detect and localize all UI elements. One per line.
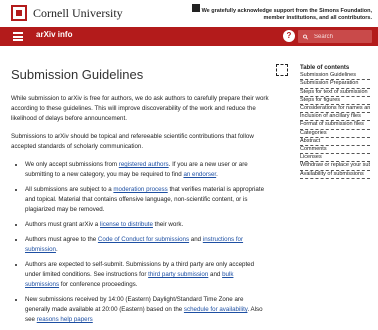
table-of-contents: Table of contents Submission Guidelines … — [300, 65, 370, 179]
item-text: . — [55, 246, 58, 253]
acknowledgement: We gratefully acknowledge support from t… — [182, 4, 372, 22]
item-text: Authors must grant arXiv a — [25, 221, 100, 228]
help-icon[interactable]: ? — [283, 30, 295, 42]
brand-name: Cornell University — [33, 5, 123, 20]
item-text: All submissions are subject to a — [25, 186, 114, 193]
main-content: While submission to arXiv is free for au… — [11, 94, 269, 330]
toc-item[interactable]: Steps for figures — [300, 97, 370, 106]
toc-item[interactable]: Considerations for names and titles — [300, 105, 370, 114]
search-icon — [303, 34, 308, 40]
toc-item[interactable]: Submission Preparation — [300, 80, 370, 89]
list-item: Authors are expected to self-submit. Sub… — [25, 260, 269, 290]
toc-item[interactable]: Submission Guidelines — [300, 72, 370, 81]
toc-item[interactable]: Inclusion of ancillary files — [300, 113, 370, 122]
item-text: Authors must agree to the — [25, 236, 98, 243]
toc-item[interactable]: Availability of submissions — [300, 171, 370, 179]
intro-paragraph: While submission to arXiv is free for au… — [11, 95, 269, 122]
code-of-conduct-link[interactable]: Code of Conduct for submissions — [98, 236, 189, 243]
guidelines-list: We only accept submissions from register… — [11, 160, 269, 325]
brand[interactable]: Cornell University — [11, 5, 123, 21]
item-text: We only accept submissions from — [25, 161, 119, 168]
item-text: and — [189, 236, 203, 243]
hamburger-icon[interactable] — [13, 32, 23, 41]
list-item: New submissions received by 14:00 (Easte… — [25, 295, 269, 325]
endorser-link[interactable]: an endorser — [183, 171, 216, 178]
toc-toggle-icon[interactable] — [276, 64, 288, 76]
search-box[interactable] — [298, 30, 372, 43]
toc-item[interactable]: Format of submission files — [300, 121, 370, 130]
toc-item[interactable]: Categories — [300, 130, 370, 138]
item-text: and — [208, 271, 223, 278]
third-party-link[interactable]: third party submission — [148, 271, 208, 278]
toc-item[interactable]: Withdraw or replace your submission — [300, 162, 370, 171]
item-text: . — [216, 171, 218, 178]
toc-heading: Table of contents — [300, 65, 350, 71]
moderation-link[interactable]: moderation process — [113, 186, 167, 193]
list-item: Authors must grant arXiv a license to di… — [25, 220, 269, 230]
license-link[interactable]: license to distribute — [100, 221, 153, 228]
topical-paragraph: Submissions to arXiv should be topical a… — [11, 133, 254, 150]
nav-bar: arXiv info ? — [0, 27, 378, 46]
acknowledgement-text: We gratefully acknowledge support from t… — [201, 8, 372, 21]
section-title[interactable]: arXiv info — [36, 30, 72, 39]
list-item: We only accept submissions from register… — [25, 160, 269, 180]
item-text: their work. — [152, 221, 184, 228]
toc-item[interactable]: Steps for text of submission — [300, 89, 370, 97]
list-item: Authors must agree to the Code of Conduc… — [25, 235, 269, 255]
top-header: Cornell University We gratefully acknowl… — [0, 0, 378, 27]
item-text: for conference proceedings. — [59, 281, 138, 288]
page-title: Submission Guidelines — [11, 67, 144, 82]
toc-item[interactable]: Abstract — [300, 138, 370, 147]
schedule-link[interactable]: schedule for availability — [184, 306, 248, 313]
toc-item[interactable]: Licenses — [300, 154, 370, 163]
list-item: All submissions are subject to a moderat… — [25, 185, 269, 215]
simons-logo-icon — [192, 4, 201, 12]
help-papers-link[interactable]: reasons help papers — [37, 316, 93, 323]
toc-item[interactable]: Comments — [300, 146, 370, 155]
registered-authors-link[interactable]: registered authors — [119, 161, 169, 168]
cornell-seal-icon — [11, 5, 27, 21]
search-input[interactable] — [312, 32, 372, 41]
